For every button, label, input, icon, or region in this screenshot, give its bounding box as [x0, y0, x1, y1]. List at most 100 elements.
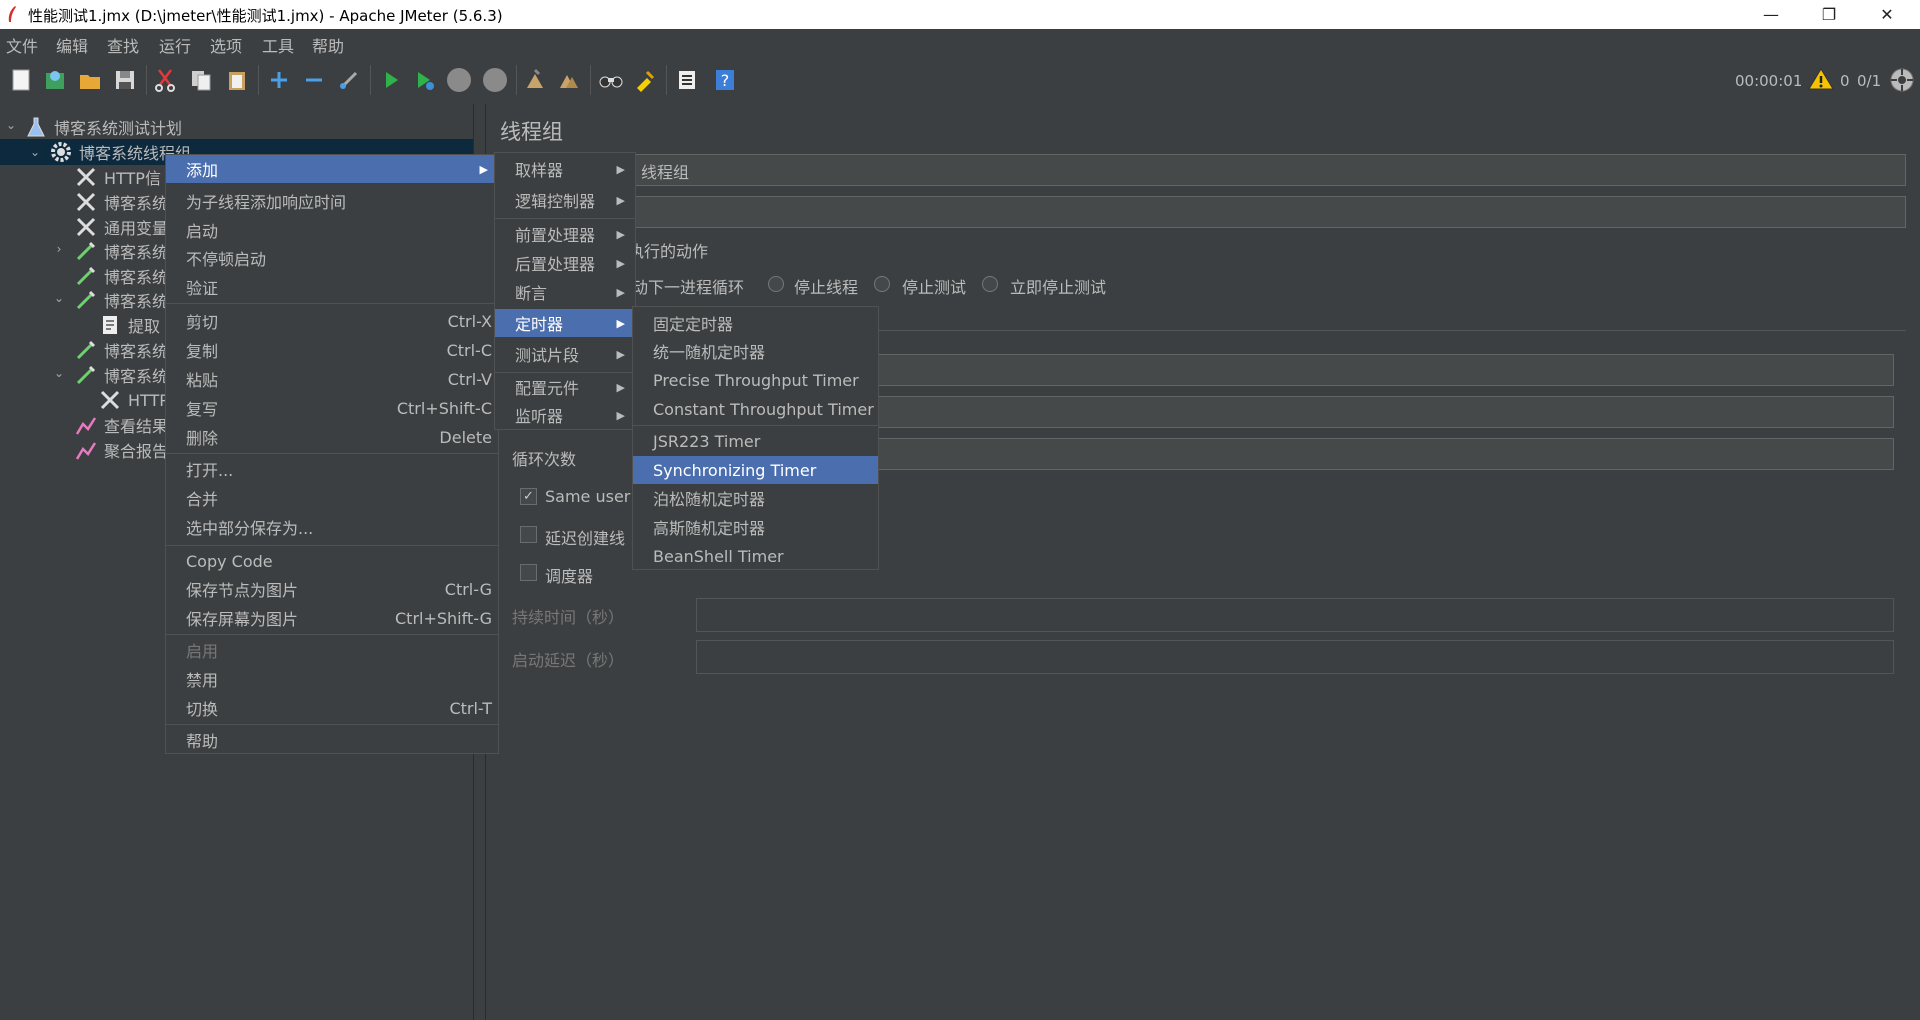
menu-item-delete[interactable]: 删除 Delete	[166, 423, 498, 451]
menu-item-save-screen-as-image[interactable]: 保存屏幕为图片 Ctrl+Shift-G	[166, 604, 498, 632]
menu-item-start[interactable]: 启动	[166, 216, 498, 244]
menu-run[interactable]: 运行	[159, 33, 191, 57]
maximize-button[interactable]: ❐	[1806, 0, 1852, 29]
warning-icon[interactable]	[1808, 67, 1834, 91]
same-user-checkbox[interactable]: ✓	[520, 488, 537, 505]
new-button[interactable]	[6, 65, 36, 95]
submenu-item-logic-controller[interactable]: 逻辑控制器 ▶	[495, 186, 635, 214]
chevron-down-icon[interactable]: ⌄	[52, 366, 66, 380]
tree-node-config-1[interactable]: 博客系统	[74, 189, 168, 215]
clear-all-button[interactable]	[554, 65, 584, 95]
menu-item-cut[interactable]: 剪切 Ctrl-X	[166, 307, 498, 335]
tree-node-sampler-5[interactable]: 博客系统	[74, 362, 168, 388]
duration-field[interactable]	[696, 598, 1894, 632]
menu-help[interactable]: 帮助	[312, 33, 344, 57]
radio-stop-test-now[interactable]	[982, 276, 998, 292]
tree-node-user-variables[interactable]: 通用变量	[74, 214, 168, 240]
thread-count-field[interactable]	[874, 354, 1894, 386]
submenu-item-pre-processor[interactable]: 前置处理器 ▶	[495, 220, 635, 248]
cut-button[interactable]	[150, 65, 180, 95]
clear-button[interactable]	[520, 65, 550, 95]
submenu-item-timer[interactable]: 定时器 ▶	[495, 309, 635, 337]
submenu-item-config-element[interactable]: 配置元件 ▶	[495, 373, 635, 401]
chevron-down-icon[interactable]: ⌄	[4, 118, 18, 132]
submenu-item-listener[interactable]: 监听器 ▶	[495, 401, 635, 429]
templates-button[interactable]	[40, 65, 70, 95]
menu-item-validate[interactable]: 验证	[166, 273, 498, 301]
ramp-up-field[interactable]	[874, 396, 1894, 428]
function-helper-button[interactable]	[672, 65, 702, 95]
timer-item-uniform-random[interactable]: 统一随机定时器	[633, 337, 878, 365]
expand-all-button[interactable]	[264, 65, 294, 95]
radio-stop-test[interactable]	[874, 276, 890, 292]
timer-item-constant-throughput[interactable]: Constant Throughput Timer	[633, 395, 878, 423]
menu-options[interactable]: 选项	[210, 33, 242, 57]
start-button[interactable]	[376, 65, 406, 95]
timer-item-precise-throughput[interactable]: Precise Throughput Timer	[633, 366, 878, 394]
comments-field[interactable]	[500, 196, 1906, 228]
timer-item-beanshell[interactable]: BeanShell Timer	[633, 542, 878, 570]
delay-thread-creation-checkbox[interactable]	[520, 526, 537, 543]
chevron-down-icon[interactable]: ⌄	[52, 291, 66, 305]
chevron-right-icon[interactable]: ›	[52, 242, 66, 256]
timer-item-constant[interactable]: 固定定时器	[633, 309, 878, 337]
remote-engines-icon[interactable]	[1889, 67, 1915, 93]
shutdown-button[interactable]	[480, 65, 510, 95]
menu-item-open[interactable]: 打开...	[166, 455, 498, 483]
menu-item-toggle[interactable]: 切换 Ctrl-T	[166, 694, 498, 722]
tree-node-sampler-4[interactable]: 博客系统	[74, 337, 168, 363]
menu-item-copy[interactable]: 复制 Ctrl-C	[166, 336, 498, 364]
stop-button[interactable]	[444, 65, 474, 95]
scheduler-checkbox[interactable]	[520, 564, 537, 581]
menu-item-add[interactable]: 添加 ▶	[166, 155, 498, 183]
submenu-item-post-processor[interactable]: 后置处理器 ▶	[495, 249, 635, 277]
menu-edit[interactable]: 编辑	[56, 33, 88, 57]
menu-item-start-no-pauses[interactable]: 不停顿启动	[166, 244, 498, 272]
timer-item-jsr223[interactable]: JSR223 Timer	[633, 427, 878, 455]
tree-node-sampler-3[interactable]: 博客系统	[74, 287, 168, 313]
submenu-item-test-fragment[interactable]: 测试片段 ▶	[495, 340, 635, 368]
tree-node-extractor[interactable]: 提取	[98, 312, 160, 338]
toggle-button[interactable]	[334, 65, 364, 95]
help-button[interactable]: ?	[710, 65, 740, 95]
menu-item-merge[interactable]: 合并	[166, 484, 498, 512]
menu-item-help[interactable]: 帮助	[166, 726, 498, 754]
open-button[interactable]	[75, 65, 105, 95]
save-button[interactable]	[110, 65, 140, 95]
menu-search[interactable]: 查找	[107, 33, 139, 57]
close-button[interactable]: ✕	[1864, 0, 1910, 29]
search-button[interactable]	[596, 65, 626, 95]
menu-item-save-node-as-image[interactable]: 保存节点为图片 Ctrl-G	[166, 575, 498, 603]
menu-item-duplicate[interactable]: 复写 Ctrl+Shift-C	[166, 394, 498, 422]
reset-search-button[interactable]	[630, 65, 660, 95]
loop-count-field[interactable]	[874, 438, 1894, 470]
menu-item-add-response-time[interactable]: 为子线程添加响应时间	[166, 187, 498, 215]
startup-delay-field[interactable]	[696, 640, 1894, 674]
menu-item-paste[interactable]: 粘贴 Ctrl-V	[166, 365, 498, 393]
submenu-item-assertion[interactable]: 断言 ▶	[495, 278, 635, 306]
tree-node-sampler-1[interactable]: 博客系统	[74, 238, 168, 264]
tree-node-view-results[interactable]: 查看结果	[74, 412, 168, 438]
menu-item-copy-code[interactable]: Copy Code	[166, 547, 498, 575]
collapse-all-button[interactable]	[299, 65, 329, 95]
start-no-pauses-button[interactable]	[410, 65, 440, 95]
minimize-button[interactable]: —	[1748, 0, 1794, 29]
menu-file[interactable]: 文件	[6, 33, 38, 57]
radio-stop-thread[interactable]	[768, 276, 784, 292]
menu-tools[interactable]: 工具	[262, 33, 294, 57]
tree-node-http-config[interactable]: HTTP	[98, 387, 169, 413]
copy-button[interactable]	[186, 65, 216, 95]
timer-item-gaussian-random[interactable]: 高斯随机定时器	[633, 513, 878, 541]
menu-item-disable[interactable]: 禁用	[166, 665, 498, 693]
tree-node-aggregate-report[interactable]: 聚合报告	[74, 437, 168, 463]
paste-button[interactable]	[222, 65, 252, 95]
tree-node-test-plan[interactable]: 博客系统测试计划	[24, 114, 182, 140]
menu-item-save-selection-as[interactable]: 选中部分保存为...	[166, 513, 498, 541]
name-field[interactable]: 线程组	[500, 154, 1906, 186]
timer-item-synchronizing[interactable]: Synchronizing Timer	[633, 456, 878, 484]
tree-node-http-header[interactable]: HTTP信	[74, 164, 161, 190]
tree-node-sampler-2[interactable]: 博客系统	[74, 263, 168, 289]
chevron-down-icon[interactable]: ⌄	[28, 145, 42, 159]
submenu-item-sampler[interactable]: 取样器 ▶	[495, 155, 635, 183]
timer-item-poisson-random[interactable]: 泊松随机定时器	[633, 484, 878, 512]
